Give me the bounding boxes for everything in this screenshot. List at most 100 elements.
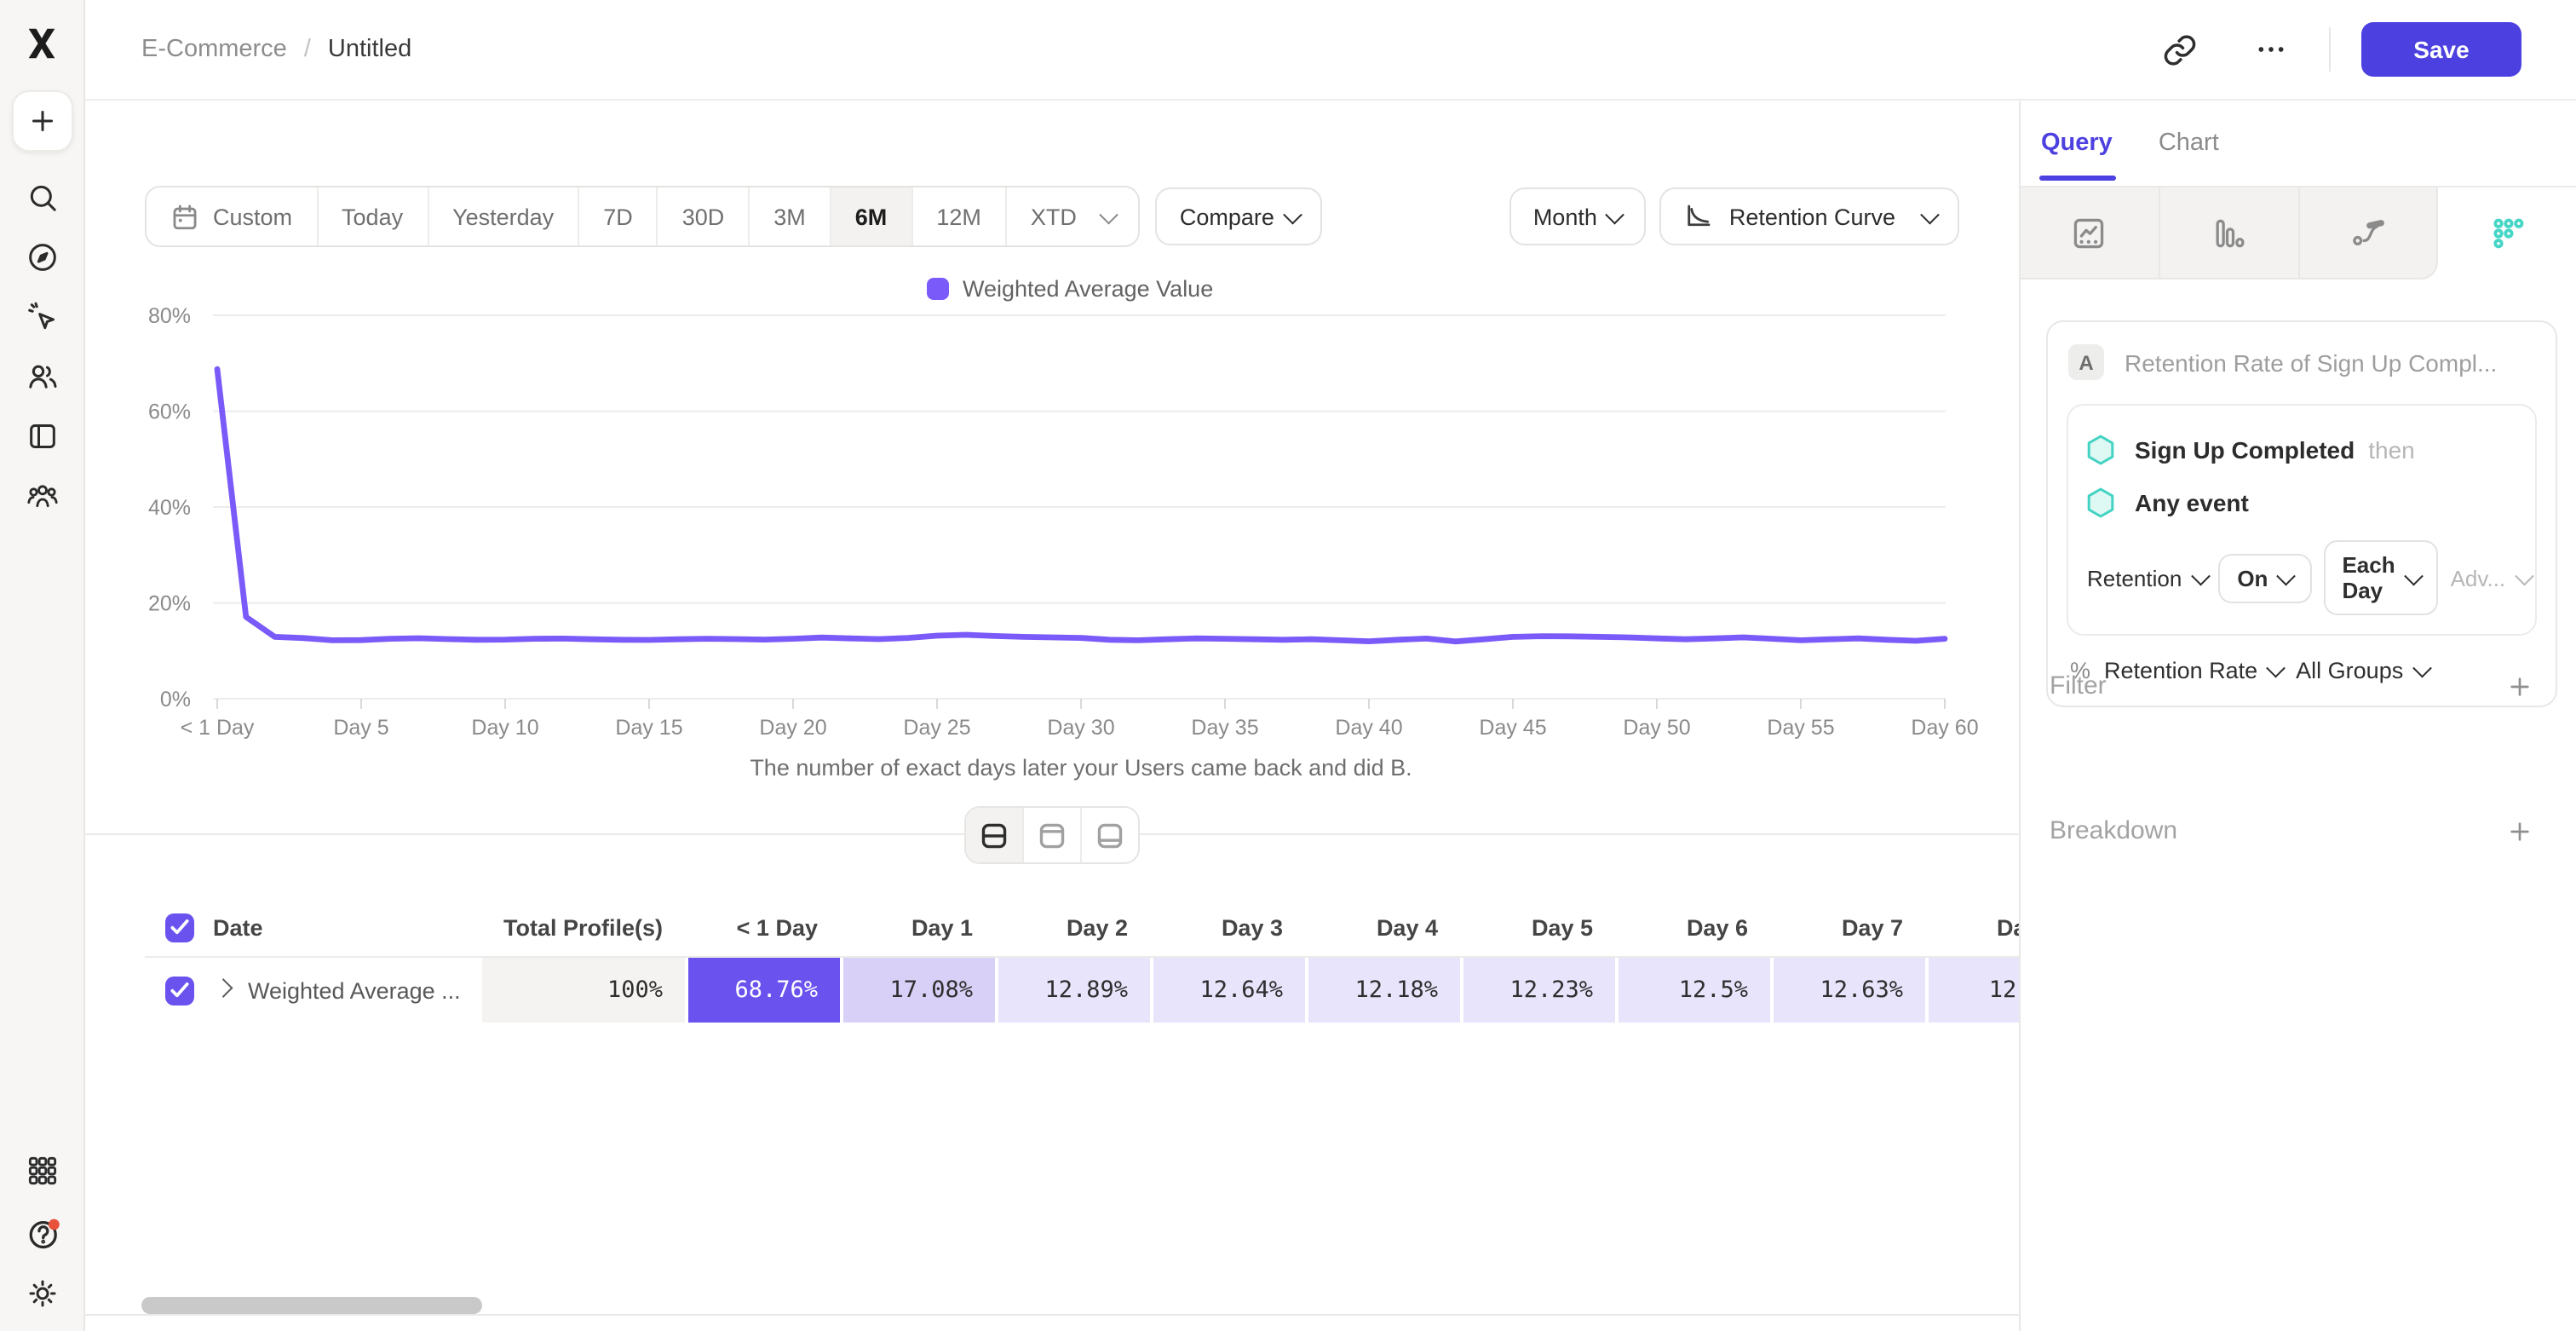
apps-grid-icon[interactable] [25, 1154, 59, 1188]
row-total-profiles-cell: 100% [479, 958, 685, 1023]
range-yesterday[interactable]: Yesterday [428, 187, 579, 245]
range-xtd[interactable]: XTD [1007, 187, 1139, 245]
row-date-cell[interactable]: Weighted Average ... [145, 958, 479, 1023]
filter-label: Filter [2050, 671, 2107, 700]
report-type-tabs [2021, 187, 2576, 279]
tab-chart[interactable]: Chart [2159, 130, 2219, 157]
discover-compass-icon[interactable] [25, 240, 59, 274]
report-type-flows[interactable] [2299, 187, 2439, 279]
interval-dropdown[interactable]: Each Day [2323, 540, 2438, 615]
link-icon [2161, 32, 2197, 67]
community-icon[interactable] [25, 479, 59, 513]
chart-view-icon [1038, 821, 1067, 850]
retention-icon [2488, 215, 2526, 252]
report-type-insights[interactable] [2021, 187, 2160, 279]
range-custom[interactable]: Custom [147, 187, 318, 245]
mixpanel-logo-icon[interactable] [22, 24, 61, 63]
table-row[interactable]: Weighted Average ... 100%68.76%17.08%12.8… [145, 956, 2019, 1023]
chart-style-dropdown[interactable]: Retention Curve [1659, 187, 1959, 245]
x-axis-label: Day 60 [1911, 716, 1978, 740]
row-day-7-cell[interactable]: 12.63% [1770, 958, 1925, 1023]
retention-line-chart[interactable]: 0%20%40%60%80%< 1 DayDay 5Day 10Day 15Da… [85, 256, 2019, 753]
breadcrumb-report-title[interactable]: Untitled [328, 36, 411, 63]
row-day-5-cell[interactable]: 12.23% [1460, 958, 1615, 1023]
active-tab-underline [2039, 175, 2116, 181]
y-axis-label: 40% [148, 496, 191, 520]
chart-caption: The number of exact days later your User… [216, 755, 1946, 781]
report-type-retention[interactable] [2439, 187, 2576, 279]
x-axis-label: Day 50 [1623, 716, 1690, 740]
row-day-0-cell[interactable]: 68.76% [685, 958, 840, 1023]
range-3m[interactable]: 3M [750, 187, 831, 245]
table-header-date: Date [145, 898, 479, 956]
boards-icon[interactable] [25, 419, 59, 453]
range-12m[interactable]: 12M [912, 187, 1007, 245]
split-view-button[interactable] [966, 808, 1024, 862]
event-hexagon-icon [2087, 487, 2114, 517]
split-view-icon [980, 821, 1009, 850]
row-day-3-cell[interactable]: 12.64% [1150, 958, 1305, 1023]
date-header-label: Date [213, 914, 263, 940]
row-day-8-cell[interactable]: 12.4% [1925, 958, 2019, 1023]
horizontal-scrollbar[interactable] [141, 1297, 482, 1314]
compare-button[interactable]: Compare [1156, 187, 1323, 245]
select-all-checkbox[interactable] [165, 913, 194, 942]
step-letter-badge: A [2068, 344, 2104, 380]
retention-type-dropdown[interactable]: Retention [2087, 565, 2206, 591]
users-icon[interactable] [25, 360, 59, 394]
date-range-group: CustomTodayYesterday7D30D3M6M 12M XTD [145, 186, 1141, 247]
event-row-a[interactable]: Sign Up Completed then [2087, 423, 2516, 475]
retention-curve-line[interactable] [217, 369, 1945, 642]
chart-view-button[interactable] [1024, 808, 1082, 862]
table-view-button[interactable] [1082, 808, 1138, 862]
add-breakdown-icon[interactable] [2506, 817, 2533, 844]
table-header-day-6: Day 6 [1615, 898, 1770, 956]
tab-query[interactable]: Query [2041, 130, 2113, 157]
then-label: then [2368, 435, 2415, 463]
copy-link-button[interactable] [2155, 26, 2203, 73]
row-name: Weighted Average ... [248, 977, 461, 1003]
check-icon [170, 919, 189, 936]
expand-row-icon[interactable] [214, 978, 232, 996]
range-label: 12M [936, 204, 981, 229]
breadcrumb-project[interactable]: E-Commerce [141, 36, 287, 63]
range-6m[interactable]: 6M [831, 187, 913, 245]
check-icon [170, 982, 189, 999]
on-dropdown[interactable]: On [2218, 553, 2311, 602]
y-axis-label: 80% [148, 304, 191, 328]
table-header-day-3: Day 3 [1150, 898, 1305, 956]
add-filter-icon[interactable] [2506, 672, 2533, 700]
row-day-4-cell[interactable]: 12.18% [1305, 958, 1460, 1023]
granularity-dropdown[interactable]: Month [1509, 187, 1646, 245]
search-icon[interactable] [25, 181, 59, 215]
create-new-button[interactable] [11, 90, 72, 152]
report-type-funnels[interactable] [2160, 187, 2300, 279]
row-checkbox[interactable] [165, 976, 194, 1005]
event-row-b[interactable]: Any event [2087, 475, 2516, 528]
breakdown-label: Breakdown [2050, 816, 2177, 845]
event-a-name[interactable]: Sign Up Completed [2135, 435, 2355, 463]
range-30d[interactable]: 30D [658, 187, 750, 245]
advanced-dropdown[interactable]: Adv... [2451, 565, 2531, 591]
x-axis-label: < 1 Day [181, 716, 255, 740]
help-icon[interactable] [25, 1215, 59, 1249]
row-day-6-cell[interactable]: 12.5% [1615, 958, 1770, 1023]
event-b-name[interactable]: Any event [2135, 488, 2249, 516]
row-day-2-cell[interactable]: 12.89% [995, 958, 1150, 1023]
settings-gear-icon[interactable] [25, 1276, 59, 1311]
breakdown-section: Breakdown [2050, 816, 2533, 845]
range-label: XTD [1031, 204, 1077, 229]
range-7d[interactable]: 7D [579, 187, 658, 245]
events-cursor-icon[interactable] [25, 300, 59, 334]
save-button[interactable]: Save [2361, 22, 2521, 77]
more-options-button[interactable] [2247, 26, 2295, 73]
row-day-1-cell[interactable]: 17.08% [840, 958, 995, 1023]
x-axis-label: Day 15 [615, 716, 682, 740]
x-axis-label: Day 40 [1335, 716, 1402, 740]
table-header-day-7: Day 7 [1770, 898, 1925, 956]
table-header-day-5: Day 5 [1460, 898, 1615, 956]
breadcrumb: E-Commerce / Untitled [141, 36, 411, 63]
range-today[interactable]: Today [318, 187, 428, 245]
step-title[interactable]: Retention Rate of Sign Up Compl... [2125, 349, 2497, 376]
flows-icon [2349, 214, 2387, 251]
